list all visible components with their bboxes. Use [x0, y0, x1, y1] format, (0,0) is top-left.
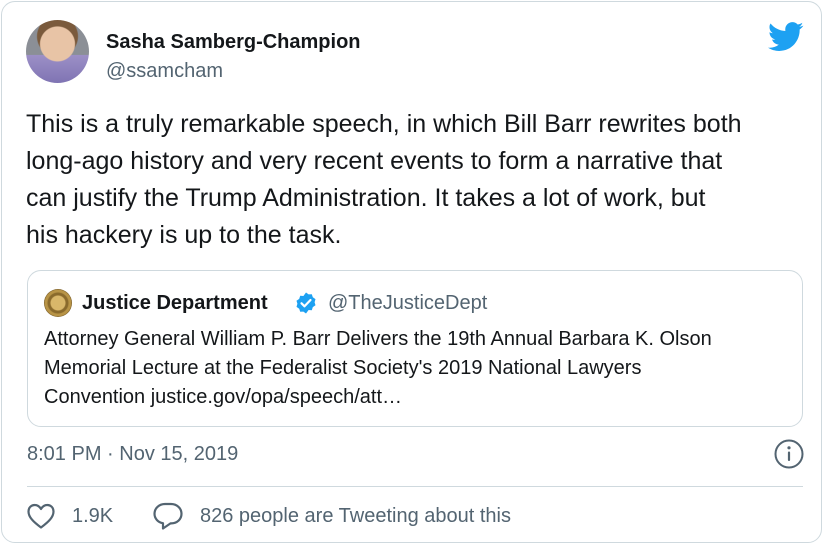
quoted-author-handle[interactable]: @TheJusticeDept — [328, 291, 487, 315]
quoted-text: Attorney General William P. Barr Deliver… — [44, 328, 712, 408]
tweet-card: Sasha Samberg-Champion @ssamcham This is… — [1, 1, 822, 543]
verified-badge-icon — [296, 292, 316, 314]
tweet-timestamp[interactable]: 8:01 PM · Nov 15, 2019 — [27, 442, 238, 466]
tweet-text: This is a truly remarkable speech, in wh… — [26, 110, 742, 249]
like-count[interactable]: 1.9K — [72, 504, 113, 528]
author-avatar[interactable] — [26, 20, 89, 83]
quoted-avatar[interactable] — [44, 289, 72, 317]
quoted-tweet[interactable]: Justice Department @TheJusticeDept Attor… — [27, 270, 803, 427]
action-divider — [27, 486, 803, 487]
quoted-author-name[interactable]: Justice Department — [82, 291, 268, 315]
author-handle[interactable]: @ssamcham — [106, 59, 223, 83]
reply-bubble-icon[interactable] — [152, 501, 184, 531]
tweeting-about-link[interactable]: 826 people are Tweeting about this — [200, 504, 511, 528]
heart-icon[interactable] — [26, 502, 56, 530]
twitter-bird-icon[interactable] — [768, 22, 804, 52]
info-icon[interactable] — [773, 438, 805, 470]
author-name[interactable]: Sasha Samberg-Champion — [106, 30, 361, 54]
